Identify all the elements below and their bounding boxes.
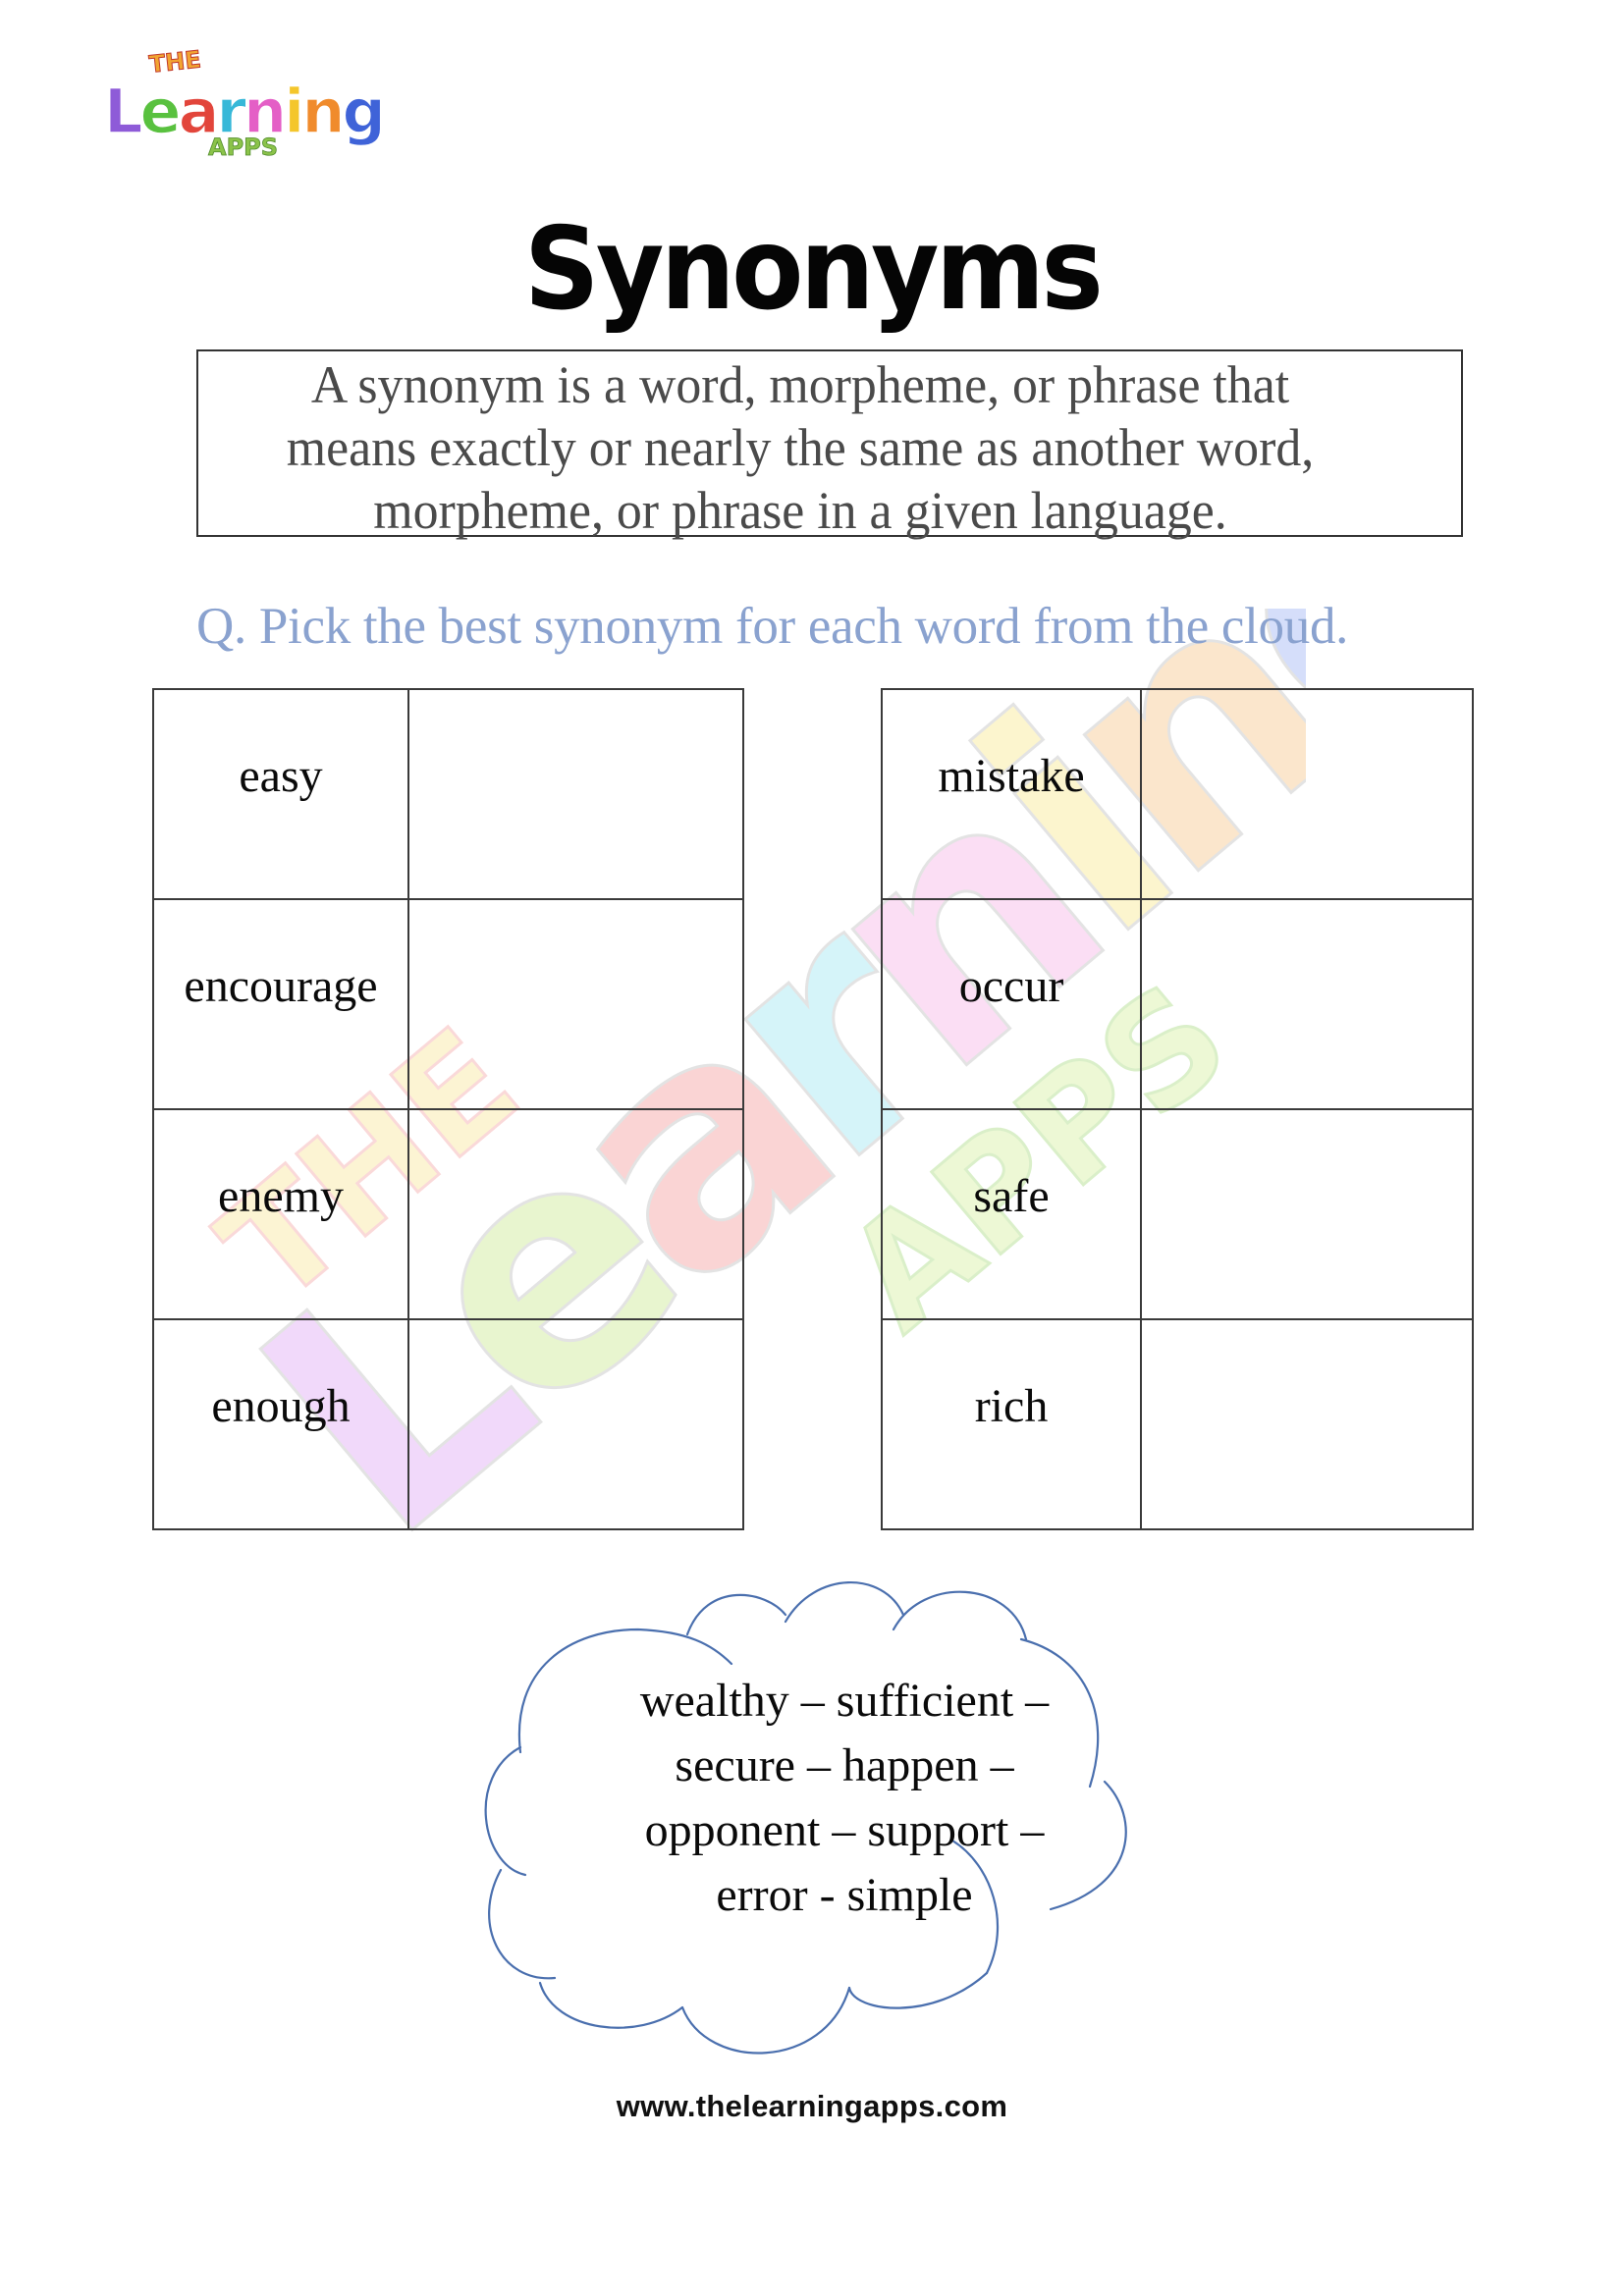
- logo-sub-word: APPS: [208, 133, 278, 161]
- table-row: occur: [881, 898, 1474, 1110]
- word-label: easy: [239, 750, 323, 802]
- definition-text: A synonym is a word, morpheme, or phrase…: [223, 353, 1379, 542]
- word-table-right: mistake occur safe rich: [881, 688, 1474, 1530]
- word-bank-line: secure – happen –: [675, 1739, 1014, 1791]
- word-label: safe: [973, 1170, 1050, 1222]
- word-label: enemy: [218, 1170, 344, 1222]
- table-row: rich: [881, 1318, 1474, 1530]
- table-row: mistake: [881, 688, 1474, 900]
- table-row: encourage: [152, 898, 744, 1110]
- word-label: rich: [974, 1380, 1049, 1432]
- word-cell: enough: [152, 1318, 409, 1530]
- word-bank-line: wealthy – sufficient –: [639, 1675, 1050, 1727]
- answer-cell[interactable]: [1140, 1108, 1474, 1320]
- answer-cell[interactable]: [407, 898, 744, 1110]
- word-cell: occur: [881, 898, 1142, 1110]
- word-bank-line: error - simple: [716, 1869, 973, 1921]
- word-label: enough: [211, 1380, 351, 1432]
- answer-cell[interactable]: [1140, 688, 1474, 900]
- answer-cell[interactable]: [407, 1108, 744, 1320]
- word-bank-line: opponent – support –: [644, 1804, 1045, 1856]
- word-label: mistake: [938, 750, 1085, 802]
- footer-url[interactable]: www.thelearningapps.com: [0, 2089, 1624, 2124]
- the-learning-apps-logo: THE Learning APPS: [103, 45, 383, 161]
- logo-top-word: THE: [148, 45, 202, 78]
- question-prompt: Q. Pick the best synonym for each word f…: [196, 598, 1349, 655]
- word-cell: enemy: [152, 1108, 409, 1320]
- definition-line: A synonym is a word, morpheme, or phrase…: [310, 355, 1290, 414]
- table-row: safe: [881, 1108, 1474, 1320]
- definition-box: A synonym is a word, morpheme, or phrase…: [196, 349, 1463, 540]
- word-cell: mistake: [881, 688, 1142, 900]
- word-bank: wealthy – sufficient – secure – happen –…: [560, 1669, 1129, 1928]
- word-cell: encourage: [152, 898, 409, 1110]
- definition-line: morpheme, or phrase in a given language.: [373, 481, 1227, 540]
- word-cell: safe: [881, 1108, 1142, 1320]
- word-cell: easy: [152, 688, 409, 900]
- table-row: enough: [152, 1318, 744, 1530]
- word-cell: rich: [881, 1318, 1142, 1530]
- word-table-left: easy encourage enemy enough: [152, 688, 744, 1530]
- word-label: encourage: [184, 960, 378, 1012]
- answer-cell[interactable]: [407, 688, 744, 900]
- table-row: easy: [152, 688, 744, 900]
- definition-line: means exactly or nearly the same as anot…: [286, 418, 1315, 477]
- table-row: enemy: [152, 1108, 744, 1320]
- answer-cell[interactable]: [1140, 898, 1474, 1110]
- answer-cell[interactable]: [407, 1318, 744, 1530]
- word-label: occur: [958, 960, 1064, 1012]
- page-title: Synonyms: [523, 203, 1104, 336]
- answer-cell[interactable]: [1140, 1318, 1474, 1530]
